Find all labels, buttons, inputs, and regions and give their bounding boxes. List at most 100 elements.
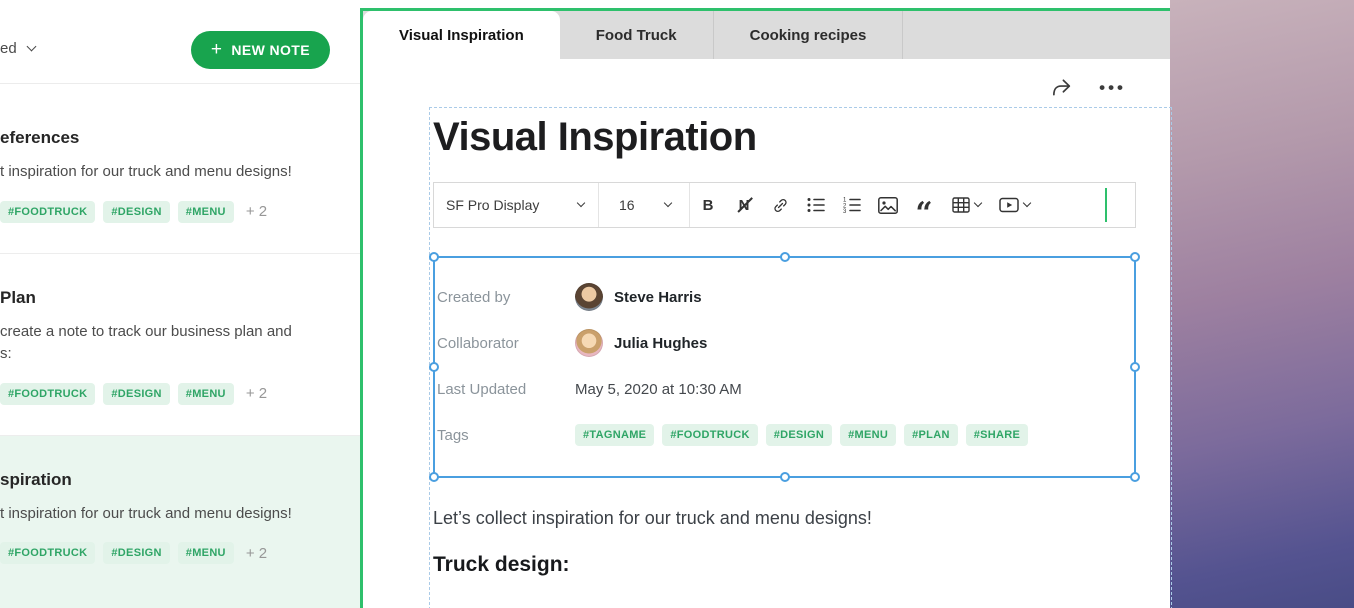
note-list-item[interactable]: eferences t inspiration for our truck an… — [0, 84, 360, 254]
tag-chip[interactable]: #TAGNAME — [575, 424, 654, 446]
numbered-list-button[interactable]: 123 — [834, 183, 870, 227]
note-list-item[interactable]: Plan create a note to track our business… — [0, 254, 360, 436]
meta-label: Tags — [437, 427, 575, 444]
table-icon — [952, 197, 970, 213]
resize-handle[interactable] — [1130, 362, 1140, 372]
note-excerpt: t inspiration for our truck and menu des… — [0, 503, 336, 526]
meta-label: Created by — [437, 289, 575, 306]
sidebar-header: ed + NEW NOTE — [0, 0, 360, 84]
tab-visual-inspiration[interactable]: Visual Inspiration — [363, 11, 560, 59]
more-tags-count[interactable]: + 2 — [246, 385, 267, 402]
resize-handle[interactable] — [780, 472, 790, 482]
formatting-toolbar: SF Pro Display 16 B — [433, 182, 1136, 228]
chevron-down-icon — [664, 199, 672, 207]
note-excerpt-line: s: — [0, 343, 336, 366]
tab-label: Cooking recipes — [750, 27, 867, 44]
new-note-label: NEW NOTE — [231, 42, 310, 58]
link-icon — [771, 196, 790, 215]
meta-row-last-updated: Last Updated May 5, 2020 at 10:30 AM — [437, 366, 1134, 412]
tab-bar: Visual Inspiration Food Truck Cooking re… — [363, 11, 1170, 59]
resize-handle[interactable] — [780, 252, 790, 262]
more-options-button[interactable]: ••• — [1099, 78, 1126, 98]
insert-table-button[interactable] — [942, 183, 990, 227]
metadata-table[interactable]: Created by Steve Harris Collaborator Jul… — [433, 256, 1136, 478]
sort-dropdown[interactable]: ed — [0, 40, 35, 57]
tag-chip[interactable]: #PLAN — [904, 424, 958, 446]
tag-chip[interactable]: #MENU — [178, 383, 234, 405]
note-tags: #FOODTRUCK #DESIGN #MENU + 2 — [0, 201, 336, 223]
clear-formatting-button[interactable]: N — [726, 183, 762, 227]
note-actions: ••• — [1050, 77, 1126, 98]
tag-chip[interactable]: #MENU — [178, 201, 234, 223]
new-note-button[interactable]: + NEW NOTE — [191, 31, 330, 69]
image-icon — [878, 197, 898, 214]
tag-chip[interactable]: #FOODTRUCK — [0, 201, 95, 223]
tab-label: Visual Inspiration — [399, 27, 524, 44]
chevron-down-icon — [26, 42, 36, 52]
tag-chip[interactable]: #SHARE — [966, 424, 1028, 446]
insert-image-button[interactable] — [870, 183, 906, 227]
chevron-down-icon — [1022, 199, 1030, 207]
share-button[interactable] — [1050, 77, 1073, 98]
tab-food-truck[interactable]: Food Truck — [560, 11, 714, 59]
tag-chip[interactable]: #FOODTRUCK — [0, 383, 95, 405]
chevron-down-icon — [577, 199, 585, 207]
tag-chip[interactable]: #FOODTRUCK — [0, 542, 95, 564]
link-button[interactable] — [762, 183, 798, 227]
tab-cooking-recipes[interactable]: Cooking recipes — [714, 11, 904, 59]
share-arrow-icon — [1050, 77, 1073, 98]
ellipsis-icon: ••• — [1099, 78, 1126, 98]
insert-video-button[interactable] — [990, 183, 1038, 227]
font-size-select[interactable]: 16 — [599, 183, 689, 227]
resize-handle[interactable] — [1130, 472, 1140, 482]
note-excerpt-line: create a note to track our business plan… — [0, 321, 336, 344]
resize-handle[interactable] — [429, 252, 439, 262]
meta-value: Julia Hughes — [575, 329, 707, 357]
note-list-item-selected[interactable]: spiration t inspiration for our truck an… — [0, 436, 360, 608]
note-card-frame: Visual Inspiration Food Truck Cooking re… — [360, 8, 1170, 608]
font-family-value: SF Pro Display — [446, 197, 539, 213]
resize-handle[interactable] — [429, 472, 439, 482]
meta-row-tags: Tags #TAGNAME #FOODTRUCK #DESIGN #MENU #… — [437, 412, 1134, 458]
meta-tags: #TAGNAME #FOODTRUCK #DESIGN #MENU #PLAN … — [575, 424, 1028, 446]
note-window: Visual Inspiration Food Truck Cooking re… — [360, 0, 1170, 608]
tag-chip[interactable]: #DESIGN — [766, 424, 832, 446]
more-tags-count[interactable]: + 2 — [246, 203, 267, 220]
tag-chip[interactable]: #FOODTRUCK — [662, 424, 757, 446]
bold-icon: B — [703, 197, 714, 214]
note-content: ••• Visual Inspiration SF Pro Display 16 — [363, 59, 1170, 608]
section-heading[interactable]: Truck design: — [433, 553, 1171, 577]
note-title: Plan — [0, 288, 336, 308]
font-size-value: 16 — [619, 197, 635, 213]
video-icon — [999, 197, 1019, 213]
chevron-down-icon — [973, 199, 981, 207]
meta-row-collaborator: Collaborator Julia Hughes — [437, 320, 1134, 366]
resize-handle[interactable] — [429, 362, 439, 372]
quote-button[interactable]: “ — [906, 183, 942, 227]
meta-row-created-by: Created by Steve Harris — [437, 274, 1134, 320]
more-tags-count[interactable]: + 2 — [246, 545, 267, 562]
clear-formatting-icon: N — [739, 197, 750, 214]
tag-chip[interactable]: #DESIGN — [103, 383, 169, 405]
note-tags: #FOODTRUCK #DESIGN #MENU + 2 — [0, 542, 336, 564]
text-caret — [1105, 188, 1107, 222]
font-family-select[interactable]: SF Pro Display — [434, 183, 598, 227]
note-title: spiration — [0, 470, 336, 490]
note-title: eferences — [0, 128, 336, 148]
bulleted-list-icon — [807, 197, 825, 213]
tag-chip[interactable]: #MENU — [840, 424, 896, 446]
note-excerpt: t inspiration for our truck and menu des… — [0, 161, 336, 184]
avatar-steve-harris — [575, 283, 603, 311]
meta-value: May 5, 2020 at 10:30 AM — [575, 381, 742, 398]
tag-chip[interactable]: #DESIGN — [103, 542, 169, 564]
person-name: Julia Hughes — [614, 335, 707, 352]
note-paragraph[interactable]: Let’s collect inspiration for our truck … — [433, 508, 1171, 529]
bold-button[interactable]: B — [690, 183, 726, 227]
resize-handle[interactable] — [1130, 252, 1140, 262]
note-title-editor[interactable]: Visual Inspiration — [433, 114, 1171, 160]
tag-chip[interactable]: #MENU — [178, 542, 234, 564]
meta-label: Last Updated — [437, 381, 575, 398]
bulleted-list-button[interactable] — [798, 183, 834, 227]
app-root: ed + NEW NOTE eferences t inspiration fo… — [0, 0, 1354, 608]
tag-chip[interactable]: #DESIGN — [103, 201, 169, 223]
